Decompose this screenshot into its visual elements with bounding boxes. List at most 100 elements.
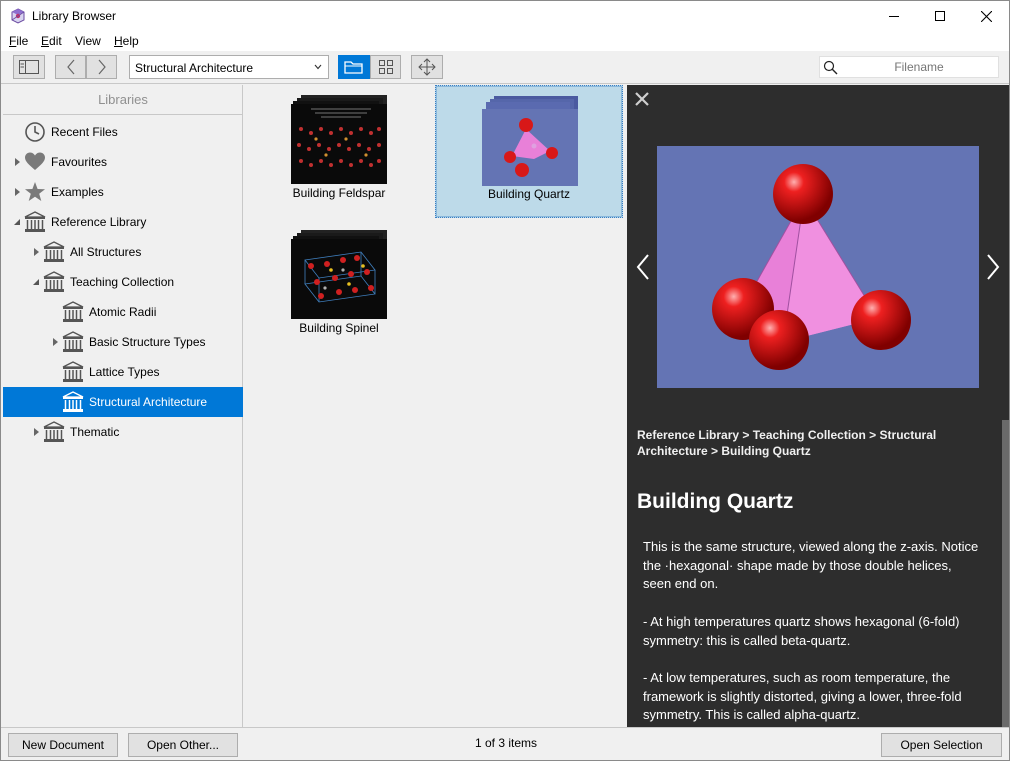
move-arrows-icon [418, 58, 436, 76]
sidebar-item-label: Lattice Types [89, 365, 160, 379]
maximize-button[interactable] [917, 1, 963, 31]
quartz-thumbnail-image [482, 96, 578, 186]
sidebar-item-lattice-types[interactable]: Lattice Types [3, 357, 243, 387]
preview-breadcrumb: Reference Library > Teaching Collection … [637, 428, 937, 458]
preview-scrollbar[interactable] [1002, 420, 1009, 727]
app-icon [11, 8, 25, 24]
close-preview-icon[interactable] [635, 92, 649, 106]
footer-bar: New Document Open Other... 1 of 3 items … [1, 727, 1009, 760]
previous-arrow-icon[interactable] [635, 253, 651, 281]
menu-view[interactable]: View [75, 34, 101, 48]
toolbar: Structural Architecture [1, 51, 1009, 84]
libraries-sidebar: Libraries Recent Files Favourites Examples… [3, 85, 243, 727]
item-count-status: 1 of 3 items [474, 736, 538, 750]
expanded-arrow-icon[interactable] [13, 218, 21, 226]
sidebar-item-label: Structural Architecture [89, 395, 208, 409]
library-icon [43, 271, 65, 292]
sidebar-item-label: Favourites [51, 155, 108, 169]
sidebar-item-label: Recent Files [51, 125, 118, 139]
library-select-value: Structural Architecture [135, 61, 254, 75]
folder-icon [344, 61, 363, 74]
sidebar-item-label: Teaching Collection [70, 275, 175, 289]
library-icon [62, 331, 84, 352]
chevron-left-icon [66, 59, 74, 75]
open-other-button[interactable]: Open Other... [128, 733, 238, 757]
spinel-thumbnail-image [291, 230, 387, 319]
sidebar-panel-icon [19, 60, 39, 74]
library-icon [62, 391, 84, 412]
collapsed-arrow-icon[interactable] [13, 188, 21, 196]
back-button[interactable] [55, 55, 86, 79]
new-document-button[interactable]: New Document [8, 733, 118, 757]
sidebar-item-teaching-collection[interactable]: Teaching Collection [3, 267, 243, 297]
search-input[interactable] [842, 58, 996, 76]
document-caption: Building Feldspar [292, 186, 386, 200]
heart-icon [25, 152, 45, 170]
chevron-down-icon [314, 64, 322, 70]
star-icon [25, 182, 45, 201]
sidebar-item-label: Thematic [70, 425, 120, 439]
collapsed-arrow-icon[interactable] [51, 338, 59, 346]
filename-search [819, 56, 999, 78]
toggle-sidebar-button[interactable] [13, 55, 45, 79]
menu-bar: File Edit View Help [1, 31, 1009, 51]
close-window-button[interactable] [963, 1, 1009, 31]
menu-help[interactable]: Help [114, 34, 139, 48]
sidebar-item-structural-architecture[interactable]: Structural Architecture [3, 387, 243, 417]
collapsed-arrow-icon[interactable] [13, 158, 21, 166]
document-thumbnail[interactable]: Building Spinel [245, 220, 433, 353]
minimize-icon [889, 16, 899, 17]
sidebar-item-label: Atomic Radii [89, 305, 157, 319]
sidebar-item-label: Basic Structure Types [89, 335, 206, 349]
library-icon [43, 241, 65, 262]
sidebar-item-basic-structure-types[interactable]: Basic Structure Types [3, 327, 243, 357]
sidebar-item-thematic[interactable]: Thematic [3, 417, 243, 447]
preview-image [657, 146, 979, 388]
sidebar-item-examples[interactable]: Examples [3, 177, 243, 207]
sidebar-item-recent-files[interactable]: Recent Files [3, 117, 243, 147]
preview-pane: Reference Library > Teaching Collection … [627, 85, 1009, 727]
open-selection-button[interactable]: Open Selection [881, 733, 1002, 757]
document-thumbnail[interactable]: Building Feldspar [245, 85, 433, 218]
document-caption: Building Spinel [299, 321, 379, 335]
sidebar-header: Libraries [3, 85, 243, 115]
sidebar-item-reference-library[interactable]: Reference Library [3, 207, 243, 237]
next-arrow-icon[interactable] [985, 253, 1001, 281]
expanded-arrow-icon[interactable] [32, 278, 40, 286]
sidebar-item-label: Examples [51, 185, 104, 199]
menu-edit[interactable]: Edit [41, 34, 62, 48]
collapsed-arrow-icon[interactable] [32, 248, 40, 256]
minimize-button[interactable] [871, 1, 917, 31]
library-icon [62, 361, 84, 382]
folder-view-button[interactable] [338, 55, 370, 79]
preview-description: This is the same structure, viewed along… [643, 538, 983, 727]
library-icon [24, 211, 46, 232]
window-title: Library Browser [32, 9, 117, 23]
grid-view-button[interactable] [370, 55, 401, 79]
sidebar-item-atomic-radii[interactable]: Atomic Radii [3, 297, 243, 327]
document-grid: Building Feldspar Building Quartz Buildi… [245, 85, 626, 727]
document-caption: Building Quartz [487, 187, 571, 201]
maximize-icon [935, 11, 945, 21]
library-select[interactable]: Structural Architecture [129, 55, 329, 79]
search-icon [823, 60, 838, 75]
collapsed-arrow-icon[interactable] [32, 428, 40, 436]
sidebar-item-label: Reference Library [51, 215, 147, 229]
feldspar-thumbnail-image [291, 95, 387, 184]
forward-button[interactable] [86, 55, 117, 79]
close-icon [980, 10, 992, 22]
library-icon [43, 421, 65, 442]
grid-icon [378, 60, 393, 74]
preview-title: Building Quartz [637, 490, 794, 513]
menu-file[interactable]: File [9, 34, 28, 48]
chevron-right-icon [98, 59, 106, 75]
document-thumbnail-selected[interactable]: Building Quartz [435, 85, 623, 218]
sidebar-item-all-structures[interactable]: All Structures [3, 237, 243, 267]
sidebar-item-favourites[interactable]: Favourites [3, 147, 243, 177]
move-button[interactable] [411, 55, 443, 79]
title-bar: Library Browser [1, 1, 1009, 31]
sidebar-item-label: All Structures [70, 245, 142, 259]
description-paragraph: - At low temperatures, such as room temp… [643, 669, 962, 723]
library-icon [62, 301, 84, 322]
description-paragraph: This is the same structure, viewed along… [643, 539, 979, 592]
